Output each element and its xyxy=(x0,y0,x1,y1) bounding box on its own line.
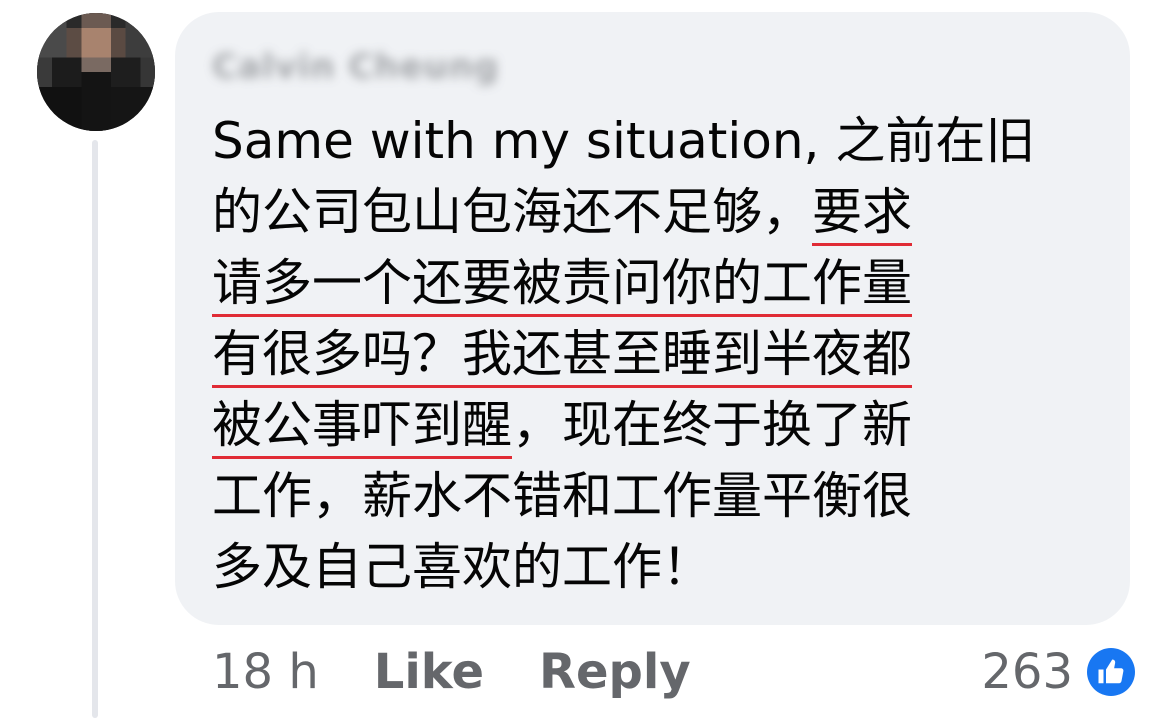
comment-text: Same with my situation, 之前在旧 的公司包山包海还不足够，… xyxy=(212,106,1092,603)
highlighted-text: 请多一个还要被责问你的工作量 xyxy=(212,254,912,317)
comment-line: 被公事吓到醒，现在终于换了新 xyxy=(212,390,1092,461)
comment-line: 工作，薪水不错和工作量平衡很 xyxy=(212,461,1092,532)
comment-actions: 18 h Like Reply xyxy=(212,640,746,704)
avatar[interactable] xyxy=(37,13,155,131)
highlighted-text: 要求 xyxy=(812,183,912,246)
comment-text-segment: Same with my situation, 之前在旧 xyxy=(212,112,1036,170)
like-button[interactable]: Like xyxy=(374,644,484,700)
comment-line: 请多一个还要被责问你的工作量 xyxy=(212,248,1092,319)
reaction-count[interactable]: 263 xyxy=(981,644,1073,700)
comment-text-segment: 工作，薪水不错和工作量平衡很 xyxy=(212,467,912,525)
avatar-image xyxy=(37,13,155,131)
comment-text-segment: 多及自己喜欢的工作！ xyxy=(212,538,712,596)
comment-text-segment: 的公司包山包海还不足够， xyxy=(212,183,812,241)
highlighted-text: 被公事吓到醒 xyxy=(212,396,512,459)
reply-button[interactable]: Reply xyxy=(539,644,691,700)
comment-author-name[interactable]: Calvin Cheung xyxy=(212,42,499,92)
thumbs-up-icon xyxy=(1087,648,1135,696)
reply-thread-line xyxy=(92,140,98,718)
highlighted-text: 有很多吗？我还甚至睡到半夜都 xyxy=(212,325,912,388)
comment-line: Same with my situation, 之前在旧 xyxy=(212,106,1092,177)
reaction-summary[interactable]: 263 xyxy=(981,640,1135,704)
comment-timestamp[interactable]: 18 h xyxy=(212,644,319,700)
comment-text-segment: ，现在终于换了新 xyxy=(512,396,912,454)
comment-line: 多及自己喜欢的工作！ xyxy=(212,532,1092,603)
comment-line: 有很多吗？我还甚至睡到半夜都 xyxy=(212,319,1092,390)
comment-line: 的公司包山包海还不足够，要求 xyxy=(212,177,1092,248)
